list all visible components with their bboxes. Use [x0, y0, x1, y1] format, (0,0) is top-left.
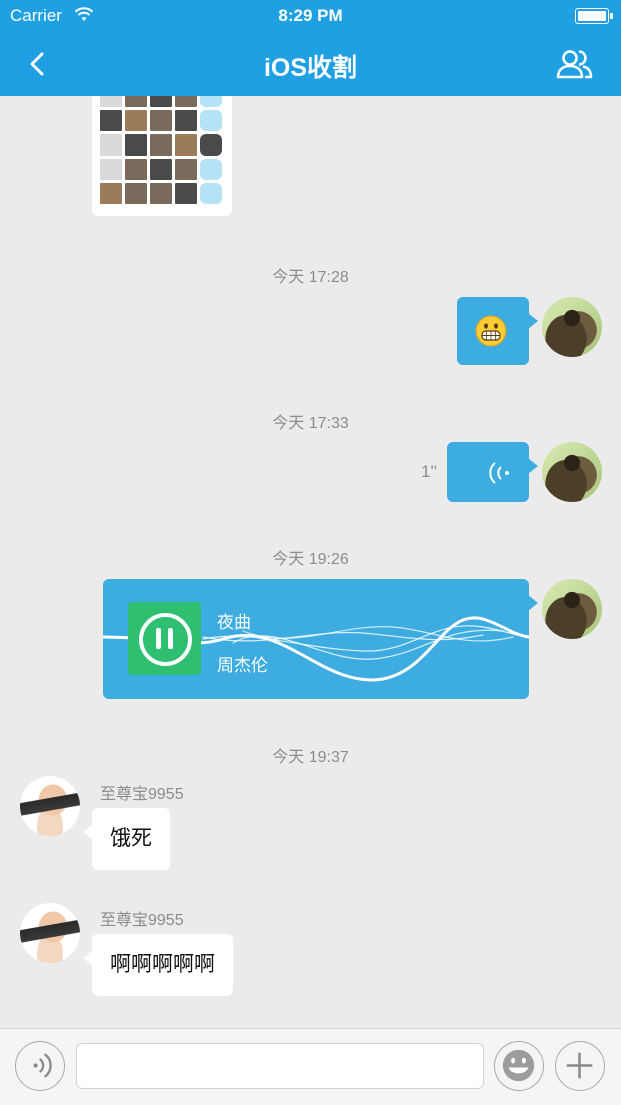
chat-list[interactable]: 今天 17:28 今天 17:33 1'' 今天 19:26 夜曲 周杰伦 今天… — [0, 96, 621, 1028]
text-message-bubble[interactable]: 饿死 — [83, 808, 170, 870]
voice-icon — [33, 1053, 52, 1078]
input-bar — [0, 1028, 621, 1105]
self-avatar[interactable] — [542, 579, 602, 639]
group-members-button[interactable] — [555, 46, 595, 82]
timestamp: 今天 17:33 — [272, 415, 349, 432]
clock: 8:29 PM — [278, 6, 343, 25]
message-text: 饿死 — [110, 827, 152, 850]
voice-message-bubble[interactable] — [447, 442, 538, 502]
voice-duration: 1'' — [421, 462, 437, 481]
music-message-bubble[interactable]: 夜曲 周杰伦 — [103, 579, 538, 699]
pause-icon — [139, 613, 192, 666]
message-text: 啊啊啊啊啊 — [110, 953, 215, 976]
contact-avatar[interactable] — [20, 776, 80, 836]
nav-bar: iOS收割 — [0, 32, 621, 96]
emoji-message-bubble[interactable] — [457, 297, 538, 365]
smiley-icon — [502, 1049, 535, 1082]
timestamp: 今天 19:37 — [272, 749, 349, 766]
self-avatar[interactable] — [542, 297, 602, 357]
sender-nickname: 至尊宝9955 — [100, 786, 184, 803]
battery-icon — [575, 8, 613, 24]
status-bar: Carrier 8:29 PM — [0, 0, 621, 32]
people-icon — [556, 50, 593, 79]
voice-playing-icon — [489, 462, 509, 484]
self-avatar[interactable] — [542, 442, 602, 502]
timestamp: 今天 19:26 — [272, 551, 349, 568]
plus-icon — [566, 1052, 593, 1079]
pause-button[interactable] — [128, 602, 201, 675]
voice-input-button[interactable] — [15, 1041, 65, 1091]
text-message-bubble[interactable]: 啊啊啊啊啊 — [83, 934, 233, 996]
image-message-bubble[interactable] — [92, 96, 232, 216]
sender-nickname: 至尊宝9955 — [100, 912, 184, 929]
more-actions-button[interactable] — [555, 1041, 605, 1091]
image-thumbnail — [100, 96, 222, 204]
emoji-button[interactable] — [494, 1041, 544, 1091]
contact-avatar[interactable] — [20, 903, 80, 963]
music-title: 夜曲 — [217, 613, 251, 632]
page-title: iOS收割 — [263, 54, 358, 82]
timestamp: 今天 17:28 — [272, 269, 349, 286]
music-artist: 周杰伦 — [217, 656, 268, 675]
message-input[interactable] — [76, 1043, 484, 1089]
grinning-emoji-icon — [475, 315, 507, 347]
